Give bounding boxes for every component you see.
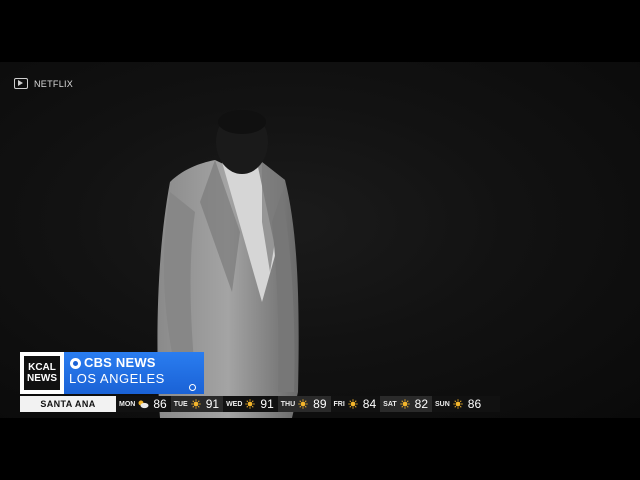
forecast-days: MON 86 TUE 91 WED 91 THU 89 FRI 84 SAT 82 SUN 86 [116,396,485,412]
forecast-day-temp: 84 [362,397,377,411]
sun-icon [348,399,358,409]
sun-icon [298,399,308,409]
logo-ring-icon [189,384,196,391]
forecast-day-label: WED [226,400,243,408]
forecast-day-label: TUE [173,400,188,408]
forecast-day-label: SAT [383,400,397,408]
market-name: LOS ANGELES [69,371,165,386]
sun-icon [191,399,201,409]
forecast-day: SUN 86 [432,396,485,412]
partly-cloudy-icon [138,400,149,409]
sun-icon [400,399,410,409]
station-bug: KCAL NEWS CBS NEWS LOS ANGELES [20,352,204,394]
forecast-day: WED 91 [223,396,278,412]
weather-ticker: SANTA ANA MON 86 TUE 91 WED 91 THU 89 FRI 84 SAT 82… [20,396,500,412]
forecast-day-label: THU [280,400,296,408]
forecast-day-label: FRI [333,400,345,408]
forecast-day: TUE 91 [170,396,224,412]
forecast-day: THU 89 [277,396,331,412]
forecast-day-temp: 86 [153,397,167,411]
forecast-day-temp: 82 [414,397,428,411]
kcal-logo-line2: NEWS [27,373,57,384]
source-credit: NETFLIX [14,78,73,89]
kcal-news-logo: KCAL NEWS [20,352,64,394]
forecast-day-temp: 91 [260,397,274,411]
cbs-eye-icon [70,358,81,369]
forecast-day: MON 86 [116,396,171,412]
forecast-day-label: MON [119,400,136,408]
weather-city: SANTA ANA [20,396,116,412]
kcal-logo-line1: KCAL [28,362,56,373]
forecast-day-temp: 91 [205,397,220,411]
video-camera-icon [14,78,28,89]
source-credit-label: NETFLIX [34,78,74,89]
forecast-day-temp: 86 [467,397,482,411]
network-name: CBS NEWS [84,355,156,370]
forecast-day-temp: 89 [313,397,327,411]
sun-icon [453,399,463,409]
forecast-day: FRI 84 [331,396,381,412]
sun-icon [245,399,256,409]
forecast-day: SAT 82 [380,396,432,412]
cbs-news-logo: CBS NEWS LOS ANGELES [64,352,204,394]
forecast-day-label: SUN [435,400,450,408]
